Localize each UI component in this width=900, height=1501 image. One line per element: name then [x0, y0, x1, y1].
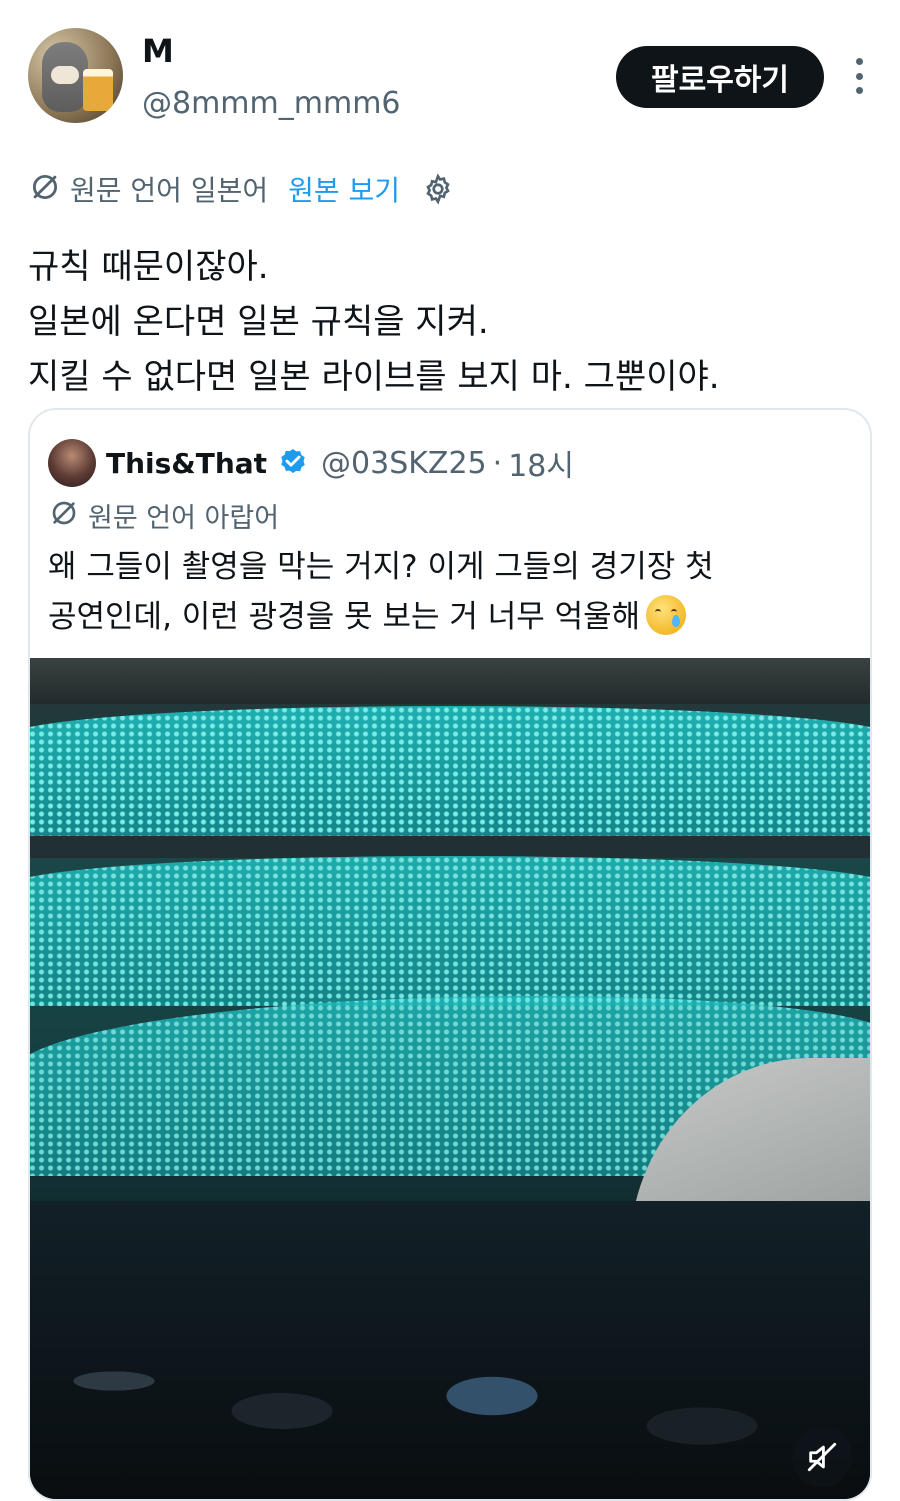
gear-icon[interactable]: [422, 173, 454, 205]
crowd-foreground: [30, 1201, 870, 1499]
show-original-link[interactable]: 원본 보기: [288, 169, 400, 209]
tweet-line: 일본에 온다면 일본 규칙을 지켜.: [28, 302, 489, 342]
quoted-tweet-card[interactable]: This&That @03SKZ25 · 18시 원문 언어 아랍어 왜 그들이…: [28, 408, 872, 1501]
translation-info: 원문 언어 일본어 원본 보기: [28, 168, 454, 210]
translate-icon: [48, 497, 80, 533]
tweet-author-header: M @8mmm_mmm6 팔로우하기: [28, 28, 872, 124]
tweet-text: 규칙 때문이잖아. 일본에 온다면 일본 규칙을 지켜. 지킬 수 없다면 일본…: [28, 240, 878, 405]
quoted-tweet-header: This&That @03SKZ25 · 18시: [48, 436, 574, 490]
verified-badge-icon: [277, 447, 309, 479]
crying-face-emoji-icon: [646, 595, 687, 635]
author-display-name[interactable]: M: [142, 32, 174, 70]
quoted-video[interactable]: [30, 658, 870, 1499]
stadium-middle-tier: [30, 856, 870, 1006]
translate-icon: [28, 170, 62, 208]
stadium-rail: [30, 836, 870, 858]
quoted-author-name[interactable]: This&That: [106, 447, 267, 480]
quoted-author-avatar[interactable]: [48, 439, 96, 487]
original-language-label: 원문 언어 일본어: [70, 174, 269, 207]
quoted-tweet-text: 왜 그들이 촬영을 막는 거지? 이게 그들의 경기장 첫 공연인데, 이런 광…: [48, 542, 858, 642]
quoted-author-handle[interactable]: @03SKZ25: [321, 446, 487, 481]
author-avatar[interactable]: [28, 28, 123, 123]
stadium-roof: [30, 658, 870, 704]
quoted-translation-info: 원문 언어 아랍어: [48, 494, 279, 536]
quoted-line: 왜 그들이 촬영을 막는 거지? 이게 그들의 경기장 첫: [48, 549, 714, 585]
separator-dot: ·: [492, 445, 503, 481]
quoted-original-language-label: 원문 언어 아랍어: [88, 502, 280, 534]
stadium-upper-tier: [30, 706, 870, 836]
avatar-beer: [83, 69, 113, 111]
more-options-icon[interactable]: [854, 58, 864, 94]
mute-icon[interactable]: [792, 1427, 852, 1487]
quoted-line: 공연인데, 이런 광경을 못 보는 거 너무 억울해: [48, 599, 641, 635]
avatar-plush: [42, 42, 88, 112]
tweet-line: 규칙 때문이잖아.: [28, 247, 269, 287]
author-handle[interactable]: @8mmm_mmm6: [142, 86, 401, 121]
follow-button[interactable]: 팔로우하기: [616, 46, 824, 108]
tweet-line: 지킬 수 없다면 일본 라이브를 보지 마. 그뿐이야.: [28, 357, 720, 397]
quoted-timestamp[interactable]: 18시: [508, 441, 574, 485]
